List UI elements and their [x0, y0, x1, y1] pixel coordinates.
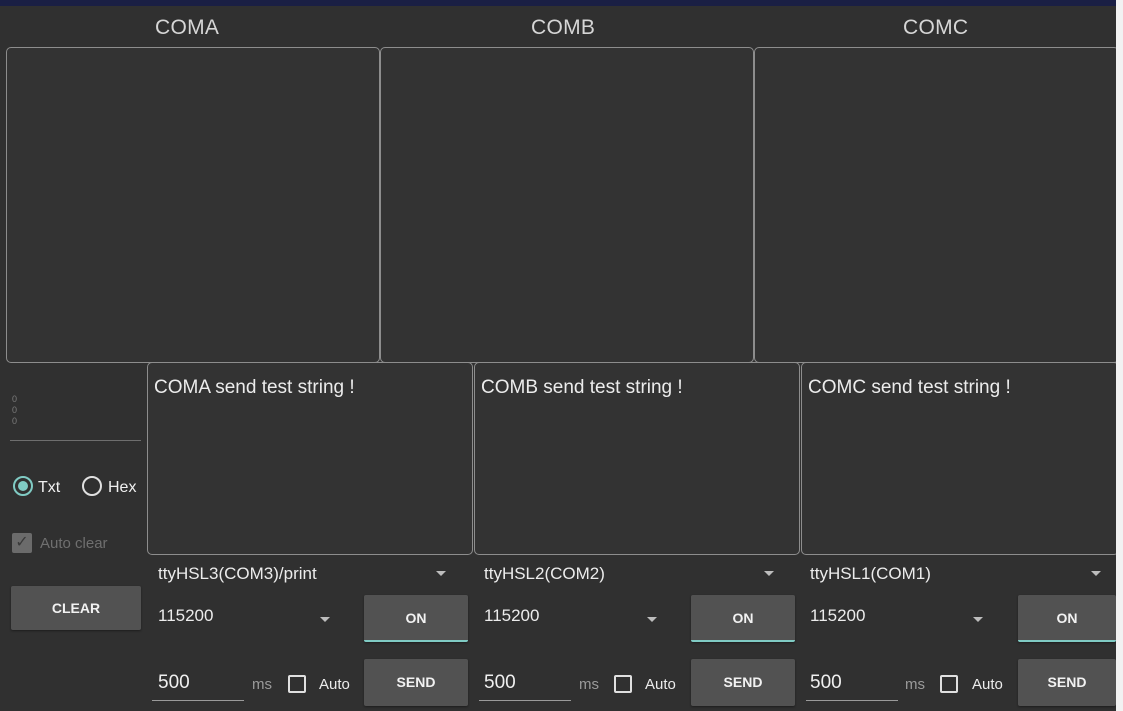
window-edge: [1116, 0, 1123, 711]
coma-auto-label: Auto: [319, 676, 350, 693]
coma-send-text[interactable]: COMA send test string !: [147, 362, 473, 555]
comb-send-text-value: COMB send test string !: [481, 377, 683, 398]
comb-receive-area[interactable]: [380, 47, 754, 363]
chevron-down-icon: [647, 617, 657, 622]
counter-3: 0: [12, 416, 18, 426]
comb-port-value: ttyHSL2(COM2): [484, 564, 605, 583]
chevron-down-icon: [764, 571, 774, 576]
comc-auto-label: Auto: [972, 676, 1003, 693]
comc-receive-area[interactable]: [754, 47, 1119, 363]
chevron-down-icon: [973, 617, 983, 622]
comc-title: COMC: [903, 16, 969, 39]
coma-send-button[interactable]: SEND: [364, 659, 468, 706]
comc-on-button[interactable]: ON: [1018, 595, 1116, 642]
coma-receive-area[interactable]: [6, 47, 380, 363]
hex-radio[interactable]: [82, 476, 102, 496]
comb-auto-label: Auto: [645, 676, 676, 693]
comb-baud-value: 115200: [484, 606, 540, 625]
coma-baud-value: 115200: [158, 606, 214, 625]
auto-clear-label: Auto clear: [40, 535, 108, 552]
comb-ms-label: ms: [579, 676, 599, 693]
comc-send-text-value: COMC send test string !: [808, 377, 1011, 398]
chevron-down-icon: [320, 617, 330, 622]
txt-radio[interactable]: [13, 476, 33, 496]
comc-send-button[interactable]: SEND: [1018, 659, 1116, 706]
comb-send-text[interactable]: COMB send test string !: [474, 362, 800, 555]
coma-on-button[interactable]: ON: [364, 595, 468, 642]
comb-auto-checkbox[interactable]: [614, 675, 632, 693]
coma-port-value: ttyHSL3(COM3)/print: [158, 564, 317, 583]
check-icon: ✓: [12, 533, 32, 553]
comc-port-value: ttyHSL1(COM1): [810, 564, 931, 583]
counter-divider: [10, 440, 141, 441]
auto-clear-checkbox[interactable]: ✓ Auto clear: [12, 533, 152, 557]
hex-radio-label[interactable]: Hex: [108, 479, 136, 497]
comb-on-button[interactable]: ON: [691, 595, 795, 642]
coma-title: COMA: [155, 16, 220, 39]
clear-button[interactable]: CLEAR: [11, 586, 141, 630]
format-radio-group: Txt Hex: [10, 472, 150, 502]
coma-auto-checkbox[interactable]: [288, 675, 306, 693]
comc-auto-checkbox[interactable]: [940, 675, 958, 693]
comc-baud-value: 115200: [810, 606, 866, 625]
comc-ms-label: ms: [905, 676, 925, 693]
counter-1: 0: [12, 394, 18, 404]
comc-send-text[interactable]: COMC send test string !: [801, 362, 1119, 555]
comc-interval-input[interactable]: 500: [810, 672, 842, 694]
coma-send-text-value: COMA send test string !: [154, 377, 355, 398]
coma-ms-label: ms: [252, 676, 272, 693]
counter-2: 0: [12, 405, 18, 415]
comb-interval-underline: [479, 700, 571, 701]
top-bar: [0, 0, 1123, 6]
coma-interval-underline: [152, 700, 244, 701]
comc-interval-underline: [806, 700, 898, 701]
coma-interval-input[interactable]: 500: [158, 672, 190, 694]
txt-radio-label[interactable]: Txt: [38, 479, 60, 497]
chevron-down-icon: [1091, 571, 1101, 576]
comb-send-button[interactable]: SEND: [691, 659, 795, 706]
comb-title: COMB: [531, 16, 596, 39]
comb-interval-input[interactable]: 500: [484, 672, 516, 694]
chevron-down-icon: [436, 571, 446, 576]
